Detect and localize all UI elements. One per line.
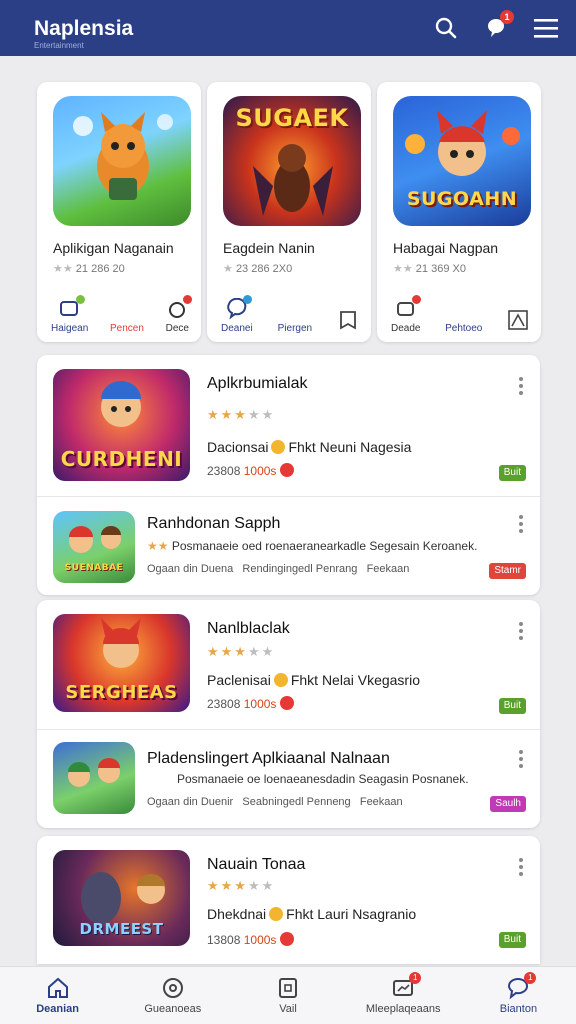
- app-title: Aplikigan Naganain: [53, 240, 174, 256]
- search-icon[interactable]: [432, 14, 460, 42]
- list-item[interactable]: SUENABAE Ranhdonan Sapph ★★ Posmanaeie o…: [37, 497, 540, 595]
- app-title: Aplkrbumialak: [207, 375, 308, 392]
- thumbnail-logo: DRMEEST: [79, 920, 164, 938]
- app-header: Naplensia Entertainment 1: [0, 0, 576, 56]
- app-size: 23808 1000s: [207, 696, 295, 711]
- app-list-card: DRMEEST Nauain Tonaa ★★★★★ Dhekdnai Fhkt …: [37, 836, 540, 964]
- app-thumbnail: CURDHENI: [53, 369, 190, 481]
- app-thumbnail: SUENABAE: [53, 511, 135, 583]
- status-badge: Buit: [498, 932, 526, 948]
- share-icon: [507, 309, 529, 331]
- app-list-card: SERGHEAS Nanlblaclak ★★★★★ Paclenisai Fhk…: [37, 600, 540, 828]
- chat-bubble-icon: 1: [506, 972, 537, 1000]
- notification-icon[interactable]: 1: [482, 10, 514, 42]
- action-deanei[interactable]: Deanei: [221, 295, 253, 334]
- bookmark-icon: [337, 309, 359, 331]
- notification-badge: 1: [500, 10, 514, 24]
- app-list-card: CURDHENI Aplkrbumialak ★★★★★ Dacionsai Fh…: [37, 355, 540, 595]
- app-thumbnail: SUGAEK: [223, 96, 361, 226]
- rating-stars: ★★★★★: [207, 644, 276, 659]
- featured-app-card[interactable]: SUGAEK Eagdein Nanin ★ 23 286 2X0 Deanei…: [207, 82, 371, 342]
- status-badge: Buit: [498, 465, 526, 481]
- app-meta: Ogaan din Duena Rendingingedl Penrang Fe…: [147, 563, 410, 575]
- app-title: Habagai Nagpan: [393, 240, 499, 256]
- app-description: Dhekdnai Fhkt Lauri Nsagranio: [207, 906, 417, 922]
- featured-app-card[interactable]: Aplikigan Naganain ★★ 21 286 20 Haigean …: [37, 82, 201, 342]
- bookmark-button[interactable]: [337, 309, 359, 334]
- chat-icon: [226, 295, 252, 320]
- app-meta: Ogaan din Duenir Seabningedl Penneng Fee…: [147, 796, 403, 808]
- more-options-icon[interactable]: [518, 858, 524, 876]
- nav-item-discover[interactable]: Gueanoeas: [115, 967, 230, 1024]
- thumbnail-logo: SUENABAE: [64, 563, 124, 573]
- compass-icon: [161, 976, 185, 1000]
- app-subtitle: Entertainment: [34, 40, 84, 50]
- app-thumbnail: [53, 742, 135, 814]
- more-options-icon[interactable]: [518, 750, 524, 768]
- nav-item-messages[interactable]: 1 Mleeplaqeaans: [346, 967, 461, 1024]
- action-piergen[interactable]: Piergen: [278, 301, 312, 334]
- app-description: Dacionsai Fhkt Neuni Nagesia: [207, 439, 412, 455]
- nav-item-library[interactable]: Vail: [230, 967, 345, 1024]
- action-pencen[interactable]: Pencen: [110, 301, 144, 334]
- app-description: Paclenisai Fhkt Nelai Vkegasrio: [207, 672, 420, 688]
- nav-item-home[interactable]: Deanian: [0, 967, 115, 1024]
- list-item[interactable]: DRMEEST Nauain Tonaa ★★★★★ Dhekdnai Fhkt …: [37, 836, 540, 964]
- library-icon: [276, 976, 300, 1000]
- thumbnail-logo: SERGHEAS: [65, 682, 178, 703]
- status-badge: Stamr: [489, 563, 526, 579]
- app-rating-meta: ★ 23 286 2X0: [223, 263, 293, 275]
- app-title: Nanlblaclak: [207, 620, 290, 637]
- list-item[interactable]: Pladenslingert Aplkiaanal Nalnaan Posman…: [37, 730, 540, 828]
- home-icon: [46, 976, 70, 1000]
- action-dece[interactable]: Dece: [166, 295, 193, 334]
- app-title: Naplensia Entertainment: [34, 16, 134, 50]
- list-item[interactable]: SERGHEAS Nanlblaclak ★★★★★ Paclenisai Fhk…: [37, 600, 540, 728]
- action-pehtoeo[interactable]: Pehtoeo: [445, 301, 482, 334]
- list-item[interactable]: CURDHENI Aplkrbumialak ★★★★★ Dacionsai Fh…: [37, 355, 540, 495]
- more-options-icon[interactable]: [518, 515, 524, 533]
- app-description: ★★ Posmanaeie oed roenaeranearkadle Sege…: [147, 539, 478, 553]
- app-rating-meta: ★★ 21 286 20: [53, 263, 125, 275]
- app-thumbnail: DRMEEST: [53, 850, 190, 946]
- messages-icon: 1: [391, 972, 422, 1000]
- thumbnail-logo: CURDHENI: [60, 447, 183, 471]
- bottom-navigation: Deanian Gueanoeas Vail 1 Mleeplaqeaans 1…: [0, 966, 576, 1024]
- app-size: 23808 1000s: [207, 463, 295, 478]
- chat-icon: [395, 295, 421, 320]
- status-badge: Buit: [498, 698, 526, 714]
- featured-app-card[interactable]: SUGOAHN Habagai Nagpan ★★ 21 369 X0 Dead…: [377, 82, 541, 342]
- more-options-icon[interactable]: [518, 377, 524, 395]
- app-title: Nauain Tonaa: [207, 856, 306, 873]
- app-thumbnail: SERGHEAS: [53, 614, 190, 712]
- messages-badge: 1: [409, 972, 422, 984]
- app-thumbnail: SUGOAHN: [393, 96, 531, 226]
- circle-icon: [166, 295, 193, 320]
- action-haigean[interactable]: Haigean: [51, 295, 88, 334]
- app-rating-meta: ★★ 21 369 X0: [393, 263, 466, 275]
- app-title: Pladenslingert Aplkiaanal Nalnaan: [147, 750, 390, 767]
- featured-row: Aplikigan Naganain ★★ 21 286 20 Haigean …: [37, 82, 541, 342]
- app-title: Eagdein Nanin: [223, 240, 315, 256]
- app-size: 13808 1000s: [207, 932, 295, 947]
- profile-badge: 1: [524, 972, 537, 984]
- nav-item-profile[interactable]: 1 Bianton: [461, 967, 576, 1024]
- status-badge: Saulh: [490, 796, 526, 812]
- menu-icon[interactable]: [532, 14, 560, 42]
- thumbnail-logo: SUGOAHN: [406, 188, 518, 210]
- app-thumbnail: [53, 96, 191, 226]
- app-description: Posmanaeie oe loenaeanesdadin Seagasin P…: [177, 772, 469, 786]
- chat-icon: [59, 295, 85, 320]
- app-title: Ranhdonan Sapph: [147, 515, 281, 532]
- rating-stars: ★★★★★: [207, 878, 276, 893]
- more-options-icon[interactable]: [518, 622, 524, 640]
- rating-stars: ★★★★★: [207, 407, 276, 422]
- action-deade[interactable]: Deade: [391, 295, 421, 334]
- share-button[interactable]: [507, 309, 529, 334]
